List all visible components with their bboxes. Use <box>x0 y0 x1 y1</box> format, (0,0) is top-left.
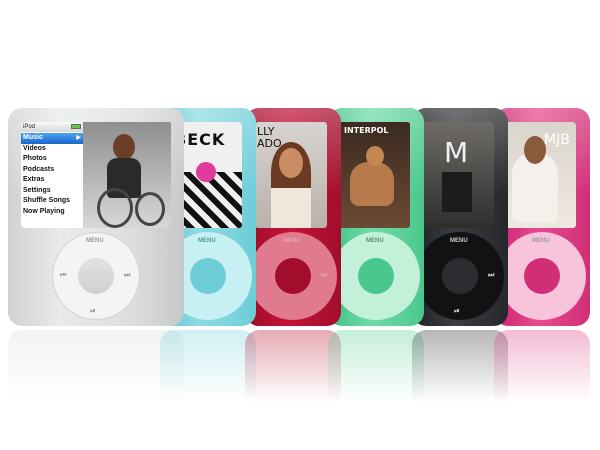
click-wheel: MENU <box>498 232 586 320</box>
reflection <box>494 330 590 450</box>
menu-item-label: Videos <box>23 144 46 152</box>
menu-item-label: Music <box>23 134 43 141</box>
reflection <box>328 330 424 450</box>
menu-item[interactable]: Now Playing <box>21 207 83 218</box>
product-photo: MJB MENU M MENU ⏭ ⏯ INTERPOL MENU LLY AD… <box>0 0 600 450</box>
center-button <box>190 258 226 294</box>
center-button <box>358 258 394 294</box>
menu-item-label: Extras <box>23 176 45 183</box>
play-pause-icon: ⏯ <box>454 308 460 315</box>
menu-item[interactable]: Videos <box>21 144 83 155</box>
menu-screen: iPod Music ▶ Videos Photos Podcasts Extra… <box>21 122 171 228</box>
album-cover <box>83 122 171 228</box>
menu-list: Music ▶ Videos Photos Podcasts Extras Set… <box>21 133 83 217</box>
album-cover: LLY ADO <box>255 122 327 228</box>
cover-title: MJB <box>544 132 570 148</box>
ipod-green: INTERPOL MENU <box>328 108 424 326</box>
menu-item[interactable]: Extras <box>21 175 83 186</box>
center-button <box>442 258 478 294</box>
prev-icon: ⏮ <box>60 272 67 279</box>
album-cover: MJB <box>504 122 576 228</box>
menu-label: MENU <box>198 238 216 244</box>
ipod-pink: MJB MENU <box>494 108 590 326</box>
next-icon: ⏭ <box>488 272 495 279</box>
ipod-black: M MENU ⏭ ⏯ <box>412 108 508 326</box>
menu-item-label: Settings <box>23 186 51 194</box>
menu-label: MENU <box>283 238 301 244</box>
menu-item-label: Shuffle Songs <box>23 197 71 204</box>
menu-item-label: Podcasts <box>23 165 55 173</box>
menu-item[interactable]: Shuffle Songs <box>21 196 83 207</box>
menu-panel: iPod Music ▶ Videos Photos Podcasts Extra… <box>21 122 83 228</box>
center-button <box>78 258 114 294</box>
play-pause-icon: ⏯ <box>90 308 96 315</box>
click-wheel: MENU <box>332 232 420 320</box>
reflection <box>8 330 184 450</box>
menu-item[interactable]: Settings <box>21 186 83 197</box>
click-wheel: MENU ⏭ ⏯ <box>416 232 504 320</box>
cover-title: M <box>444 136 469 169</box>
album-art-screen: M <box>422 122 494 228</box>
album-art-screen: INTERPOL <box>338 122 410 228</box>
menu-item-label: Now Playing <box>23 207 65 215</box>
album-cover: M <box>422 122 494 228</box>
click-wheel: MENU ⏭ <box>249 232 337 320</box>
battery-icon <box>71 124 81 129</box>
reflection <box>245 330 341 450</box>
menu-label: MENU <box>532 238 550 244</box>
ipod-red: LLY ADO MENU ⏭ <box>245 108 341 326</box>
cover-title: LLY ADO <box>257 125 282 150</box>
menu-item[interactable]: Photos <box>21 154 83 165</box>
next-icon: ⏭ <box>321 272 328 279</box>
menu-label: MENU <box>366 238 384 244</box>
menu-item[interactable]: Podcasts <box>21 165 83 176</box>
center-button <box>275 258 311 294</box>
menu-item-label: Photos <box>23 155 47 162</box>
menu-label: MENU <box>86 238 104 244</box>
reflection <box>160 330 256 450</box>
center-button <box>524 258 560 294</box>
ipod-silver: iPod Music ▶ Videos Photos Podcasts Extra… <box>8 108 184 326</box>
click-wheel: MENU ⏮ ⏭ ⏯ <box>52 232 140 320</box>
album-art-screen: MJB <box>504 122 576 228</box>
cover-title: INTERPOL <box>344 126 389 135</box>
chevron-right-icon: ▶ <box>76 135 81 141</box>
album-art-screen: LLY ADO <box>255 122 327 228</box>
menu-label: MENU <box>450 238 468 244</box>
album-cover: INTERPOL <box>338 122 410 228</box>
menu-item[interactable]: Music ▶ <box>21 133 83 144</box>
next-icon: ⏭ <box>124 272 131 279</box>
